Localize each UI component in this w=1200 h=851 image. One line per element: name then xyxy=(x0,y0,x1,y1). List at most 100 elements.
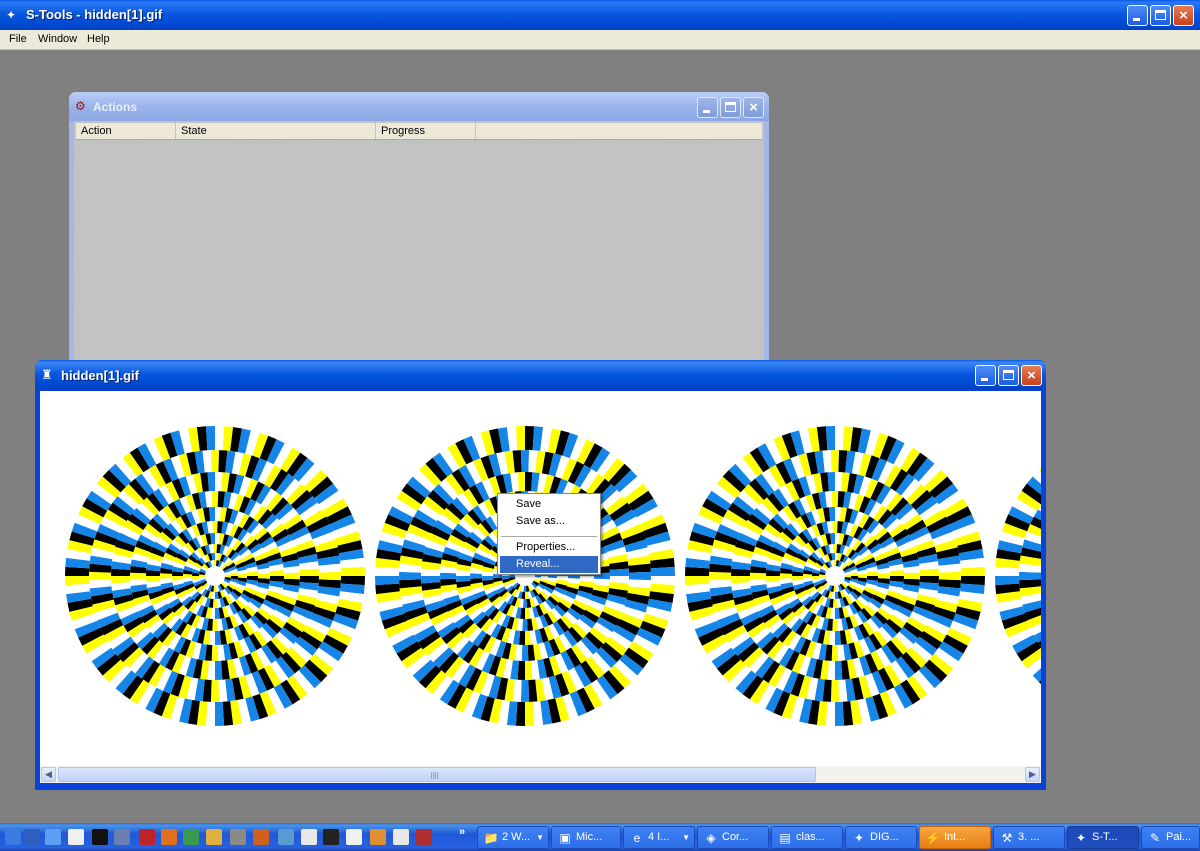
image-window: ♜ hidden[1].gif × ◀ ▶ xyxy=(35,360,1046,790)
taskbar-button-2[interactable]: e 4 I... ▼ xyxy=(623,826,695,849)
image-canvas[interactable] xyxy=(40,391,1041,766)
context-menu-properties[interactable]: Properties... xyxy=(500,539,598,556)
brush-icon[interactable] xyxy=(370,829,386,845)
taskbar-button-label: 3. ... xyxy=(1018,831,1040,843)
flash-icon: ⚡ xyxy=(925,831,941,845)
maximize-icon xyxy=(725,102,736,112)
menubar: File Window Help xyxy=(0,30,1200,50)
show-desktop-icon[interactable] xyxy=(5,829,21,845)
image-close-button[interactable]: × xyxy=(1021,365,1042,386)
context-menu-separator xyxy=(501,536,597,537)
maximize-icon xyxy=(1155,10,1166,20)
actions-list[interactable]: Action State Progress xyxy=(74,121,764,364)
taskbar-button-9[interactable]: ✎ Pai... xyxy=(1141,826,1200,849)
terminal-icon[interactable] xyxy=(323,829,339,845)
taskbar-button-7[interactable]: ⚒ 3. ... xyxy=(993,826,1065,849)
taskbar-button-label: Int... xyxy=(944,831,966,843)
image-minimize-button[interactable] xyxy=(975,365,996,386)
folder-icon: 📁 xyxy=(483,831,499,845)
acrobat-icon[interactable] xyxy=(139,829,155,845)
tool-icon: ⚒ xyxy=(1001,831,1013,845)
column-header-state[interactable]: State xyxy=(176,123,376,139)
tool-icon[interactable] xyxy=(230,829,246,845)
minimize-icon xyxy=(703,110,710,113)
app-title: S-Tools - hidden[1].gif xyxy=(26,7,163,22)
ie-icon: e xyxy=(633,831,641,845)
actions-list-header: Action State Progress xyxy=(76,123,762,140)
taskbar-button-label: Cor... xyxy=(722,831,749,843)
menu-file[interactable]: File xyxy=(9,33,27,45)
column-header-progress[interactable]: Progress xyxy=(376,123,476,139)
corel-icon: ◈ xyxy=(706,831,716,845)
actions-window-title: Actions xyxy=(93,100,138,114)
rotating-snakes-illusion-image xyxy=(65,426,1041,726)
taskbar-button-label: Pai... xyxy=(1166,831,1192,843)
paint-icon: ✎ xyxy=(1149,831,1161,845)
taskbar-button-8[interactable]: ✦ S-T... xyxy=(1067,826,1139,849)
browser-window-icon[interactable] xyxy=(393,829,409,845)
column-header-action[interactable]: Action xyxy=(76,123,176,139)
context-menu-reveal[interactable]: Reveal... xyxy=(500,556,598,573)
image-titlebar[interactable]: ♜ hidden[1].gif × xyxy=(35,360,1046,390)
bug-icon[interactable] xyxy=(416,829,432,845)
image-maximize-button[interactable] xyxy=(998,365,1019,386)
taskbar-button-3[interactable]: ◈ Cor... xyxy=(697,826,769,849)
actions-window-icon: ⚙ xyxy=(75,99,86,113)
maximize-icon xyxy=(1003,370,1014,380)
actions-maximize-button[interactable] xyxy=(720,97,741,118)
scroll-left-arrow[interactable]: ◀ xyxy=(41,767,56,782)
firefox-icon[interactable] xyxy=(161,829,177,845)
stools-icon: ✦ xyxy=(1075,831,1087,845)
taskbar-button-6[interactable]: ⚡ Int... xyxy=(919,826,991,849)
taskbar-button-1[interactable]: ▣ Mic... xyxy=(551,826,621,849)
group-dropdown-icon: ▼ xyxy=(536,833,544,842)
folder-icon[interactable] xyxy=(206,829,222,845)
actions-minimize-button[interactable] xyxy=(697,97,718,118)
close-icon: × xyxy=(749,99,758,116)
app-titlebar[interactable]: ✦ S-Tools - hidden[1].gif × xyxy=(0,0,1200,30)
network-icon[interactable] xyxy=(24,829,40,845)
compass-icon[interactable] xyxy=(346,829,362,845)
context-menu-save-as[interactable]: Save as... xyxy=(500,513,598,530)
minimize-icon xyxy=(981,378,988,381)
taskbar-button-label: Mic... xyxy=(576,831,603,843)
taskbar-button-label: 2 W... xyxy=(502,831,531,843)
stools-app-icon: ✦ xyxy=(6,8,17,22)
horizontal-scrollbar[interactable]: ◀ ▶ xyxy=(40,766,1041,783)
window-icon[interactable] xyxy=(301,829,317,845)
scroll-grip-icon xyxy=(431,772,439,779)
menu-window[interactable]: Window xyxy=(38,33,77,45)
taskbar-button-0[interactable]: 📁 2 W... ▼ xyxy=(477,826,549,849)
taskbar: » 📁 2 W... ▼ ▣ Mic... e 4 I... ▼ ◈ Cor... ▤ clas...… xyxy=(0,823,1200,851)
actions-window: ⚙ Actions × Action State Progress xyxy=(69,92,769,367)
digital-icon: ✦ xyxy=(853,831,865,845)
app-window-icon: ▣ xyxy=(559,831,571,845)
app-maximize-button[interactable] xyxy=(1150,5,1171,26)
taskbar-button-label: 4 I... xyxy=(648,831,670,843)
taskbar-button-4[interactable]: ▤ clas... xyxy=(771,826,843,849)
document-icon[interactable] xyxy=(114,829,130,845)
cmd-icon[interactable] xyxy=(92,829,108,845)
scroll-thumb[interactable] xyxy=(58,767,816,782)
taskbar-button-5[interactable]: ✦ DIG... xyxy=(845,826,917,849)
image-window-title: hidden[1].gif xyxy=(61,368,139,383)
context-menu-save[interactable]: Save xyxy=(500,496,598,513)
app-icon[interactable] xyxy=(45,829,61,845)
close-icon: × xyxy=(1027,367,1036,384)
class-icon: ▤ xyxy=(779,831,791,845)
menu-help[interactable]: Help xyxy=(87,33,110,45)
map-icon[interactable] xyxy=(278,829,294,845)
quick-launch-chevron-icon[interactable]: » xyxy=(459,826,465,838)
app-minimize-button[interactable] xyxy=(1127,5,1148,26)
notepad-icon[interactable] xyxy=(68,829,84,845)
paint-icon[interactable] xyxy=(183,829,199,845)
actions-titlebar[interactable]: ⚙ Actions × xyxy=(69,92,769,121)
hammer-icon[interactable] xyxy=(253,829,269,845)
scroll-right-arrow[interactable]: ▶ xyxy=(1025,767,1040,782)
app-close-button[interactable]: × xyxy=(1173,5,1194,26)
image-window-icon: ♜ xyxy=(41,367,53,382)
taskbar-button-label: DIG... xyxy=(870,831,899,843)
group-dropdown-icon: ▼ xyxy=(682,833,690,842)
actions-close-button[interactable]: × xyxy=(743,97,764,118)
taskbar-button-label: S-T... xyxy=(1092,831,1118,843)
